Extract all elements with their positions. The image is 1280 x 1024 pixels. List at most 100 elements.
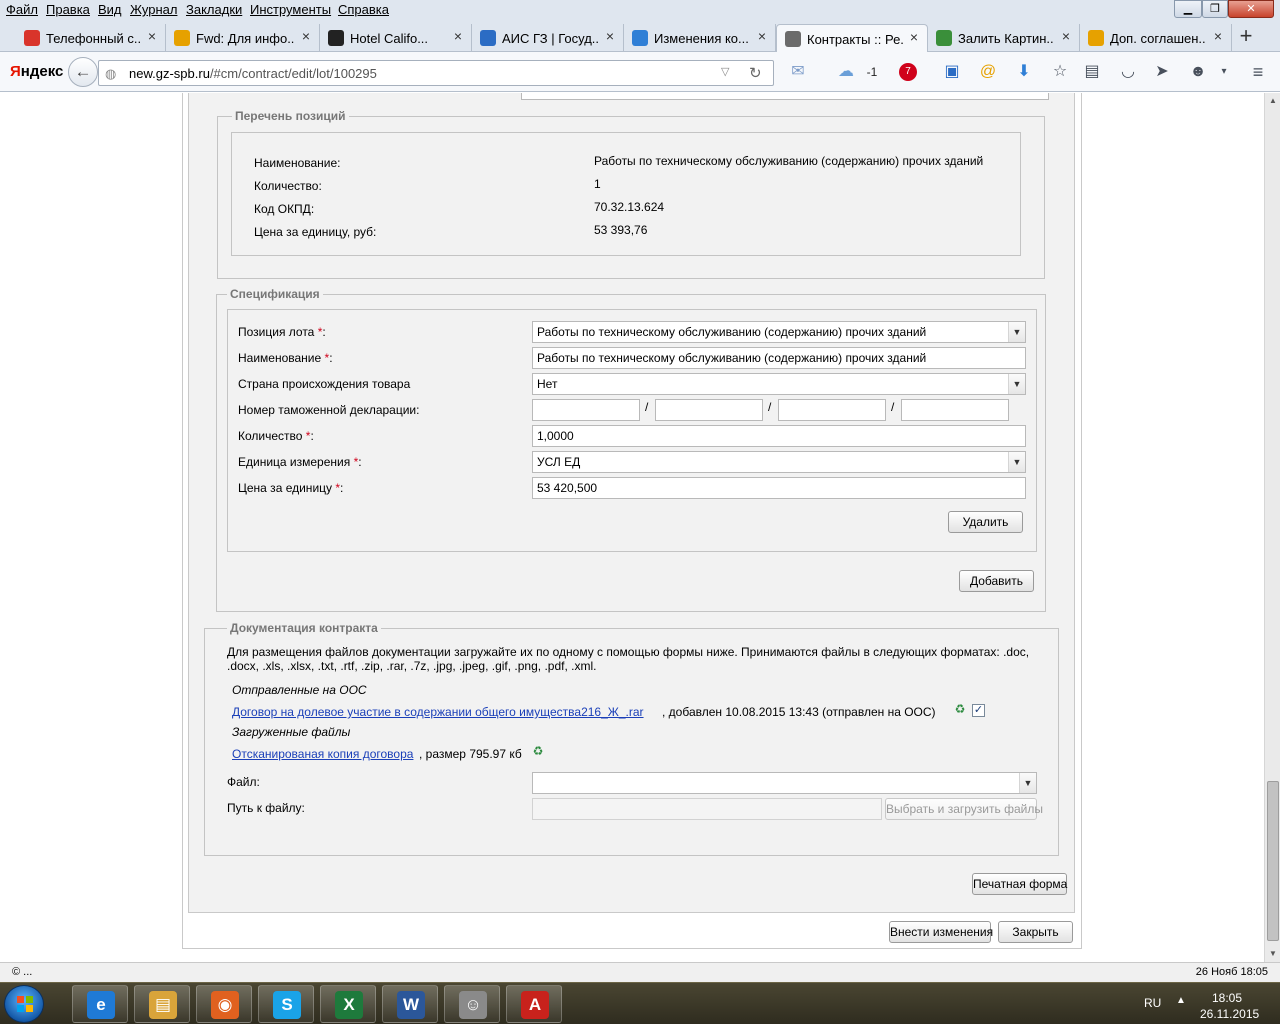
scroll-down-icon[interactable]: ▼: [1265, 946, 1280, 962]
scroll-up-icon[interactable]: ▲: [1265, 93, 1280, 109]
upload-files-button[interactable]: Выбрать и загрузить файлы: [885, 798, 1043, 820]
mail-at-icon[interactable]: @: [978, 62, 998, 82]
close-tab-icon[interactable]: ×: [755, 29, 769, 43]
docs-legend: Документация контракта: [227, 621, 381, 635]
lot-position-select-value: Работы по техническому обслуживанию (сод…: [537, 325, 927, 339]
unit-price-input[interactable]: 53 420,500: [532, 477, 1026, 499]
taskbar-app[interactable]: ◉: [196, 985, 252, 1023]
customs-field-3[interactable]: [778, 399, 886, 421]
previous-field-input[interactable]: [521, 93, 1049, 100]
browser-tab[interactable]: Доп. соглашен... ×: [1080, 24, 1232, 52]
label-colon: :: [340, 481, 344, 495]
tray-expand-icon[interactable]: ▲: [1176, 995, 1186, 1006]
recycle-icon[interactable]: ♻: [953, 702, 967, 716]
send-icon[interactable]: ➤: [1152, 62, 1172, 82]
reading-list-icon[interactable]: ▤: [1082, 62, 1102, 82]
browser-tab[interactable]: Hotel Califo... ×: [320, 24, 472, 52]
address-bar[interactable]: ◍ new.gz-spb.ru/#cm/contract/edit/lot/10…: [98, 60, 774, 86]
addon-p-icon[interactable]: ▣: [942, 62, 962, 82]
close-tab-icon[interactable]: ×: [451, 29, 465, 43]
file-path-input[interactable]: [532, 798, 882, 820]
page-scrollbar[interactable]: ▲ ▼: [1264, 93, 1280, 962]
scrollbar-thumb[interactable]: [1267, 781, 1279, 941]
close-tab-icon[interactable]: ×: [907, 30, 921, 44]
taskbar-app[interactable]: A: [506, 985, 562, 1023]
browser-tab[interactable]: Контракты :: Ре... ×: [776, 24, 928, 52]
browser-tab[interactable]: Изменения ко... ×: [624, 24, 776, 52]
delete-spec-button[interactable]: Удалить: [948, 511, 1023, 533]
taskbar-app[interactable]: ▤: [134, 985, 190, 1023]
add-spec-button[interactable]: Добавить: [959, 570, 1034, 592]
bookmark-star-icon[interactable]: ☆: [1050, 62, 1070, 82]
browser-tab[interactable]: АИС ГЗ | Госуд... ×: [472, 24, 624, 52]
positions-legend: Перечень позиций: [232, 109, 349, 123]
chat-icon[interactable]: ☻: [1188, 62, 1208, 82]
menu-edit[interactable]: Правка: [46, 2, 90, 17]
menu-view[interactable]: Вид: [98, 2, 122, 17]
weather-temperature: -1: [866, 65, 878, 79]
clock-time[interactable]: 18:05: [1212, 991, 1242, 1005]
close-tab-icon[interactable]: ×: [145, 29, 159, 43]
chevron-down-icon[interactable]: ▼: [1008, 374, 1025, 394]
hamburger-menu-icon[interactable]: ≡: [1248, 62, 1268, 82]
weather-icon[interactable]: ☁: [838, 62, 854, 82]
close-tab-icon[interactable]: ×: [1211, 29, 1225, 43]
chevron-down-icon[interactable]: ▼: [1019, 773, 1036, 793]
url-text: new.gz-spb.ru/#cm/contract/edit/lot/1002…: [129, 66, 377, 81]
file-select[interactable]: ▼: [532, 772, 1037, 794]
mail-icon[interactable]: ✉: [788, 62, 808, 82]
customs-field-4[interactable]: [901, 399, 1009, 421]
windows-taskbar: e ▤ ◉ S X W ☺ A RU ▲ 18:05 26.11.2015: [0, 982, 1280, 1024]
quantity-input[interactable]: 1,0000: [532, 425, 1026, 447]
new-tab-button[interactable]: +: [1234, 25, 1258, 49]
taskbar-app[interactable]: S: [258, 985, 314, 1023]
unit-label: Единица измерения *:: [238, 455, 362, 469]
taskbar-app[interactable]: ☺: [444, 985, 500, 1023]
minimize-button[interactable]: ▁: [1174, 0, 1202, 18]
print-form-button[interactable]: Печатная форма: [972, 873, 1067, 895]
pocket-icon[interactable]: ◡: [1118, 62, 1138, 82]
chevron-down-icon[interactable]: ▼: [1008, 322, 1025, 342]
customs-field-1[interactable]: [532, 399, 640, 421]
close-window-button[interactable]: ✕: [1228, 0, 1274, 18]
back-button[interactable]: ←: [68, 57, 98, 87]
menu-tools[interactable]: Инструменты: [250, 2, 331, 17]
browser-tab[interactable]: Залить Картин... ×: [928, 24, 1080, 52]
menu-help[interactable]: Справка: [338, 2, 389, 17]
country-select[interactable]: Нет ▼: [532, 373, 1026, 395]
browser-tab[interactable]: Fwd: Для инфо... ×: [166, 24, 320, 52]
url-history-dropdown-icon[interactable]: ▽: [721, 65, 729, 78]
clock-date[interactable]: 26.11.2015: [1200, 1007, 1259, 1021]
recycle-icon[interactable]: ♻: [531, 744, 545, 758]
word-icon: W: [397, 991, 425, 1019]
download-icon[interactable]: ⬇: [1014, 62, 1034, 82]
sent-file-link[interactable]: Договор на долевое участие в содержании …: [232, 705, 644, 719]
close-tab-icon[interactable]: ×: [299, 29, 313, 43]
sent-file-checkbox[interactable]: ✓: [972, 704, 985, 717]
chat-dropdown-icon[interactable]: ▾: [1214, 62, 1234, 82]
menu-history[interactable]: Журнал: [130, 2, 177, 17]
close-button[interactable]: Закрыть: [998, 921, 1073, 943]
taskbar-app[interactable]: X: [320, 985, 376, 1023]
customs-field-2[interactable]: [655, 399, 763, 421]
start-button[interactable]: [4, 985, 44, 1023]
chevron-down-icon[interactable]: ▼: [1008, 452, 1025, 472]
taskbar-app[interactable]: e: [72, 985, 128, 1023]
browser-tab[interactable]: Телефонный с... ×: [16, 24, 166, 52]
file-explorer-icon: ▤: [149, 991, 177, 1019]
uploaded-file-link[interactable]: Отсканированая копия договора: [232, 747, 413, 761]
menu-file[interactable]: Файл: [6, 2, 38, 17]
taskbar-app[interactable]: W: [382, 985, 438, 1023]
yandex-logo[interactable]: Яндекс: [10, 63, 63, 80]
menu-bookmarks[interactable]: Закладки: [186, 2, 242, 17]
unit-select[interactable]: УСЛ ЕД ▼: [532, 451, 1026, 473]
reload-icon[interactable]: ↻: [749, 64, 762, 82]
close-tab-icon[interactable]: ×: [603, 29, 617, 43]
notifications-badge[interactable]: 7: [899, 63, 917, 81]
lot-position-select[interactable]: Работы по техническому обслуживанию (сод…: [532, 321, 1026, 343]
keyboard-language[interactable]: RU: [1144, 996, 1161, 1010]
close-tab-icon[interactable]: ×: [1059, 29, 1073, 43]
spec-name-input[interactable]: Работы по техническому обслуживанию (сод…: [532, 347, 1026, 369]
maximize-button[interactable]: ❐: [1202, 0, 1228, 18]
save-changes-button[interactable]: Внести изменения: [889, 921, 993, 943]
